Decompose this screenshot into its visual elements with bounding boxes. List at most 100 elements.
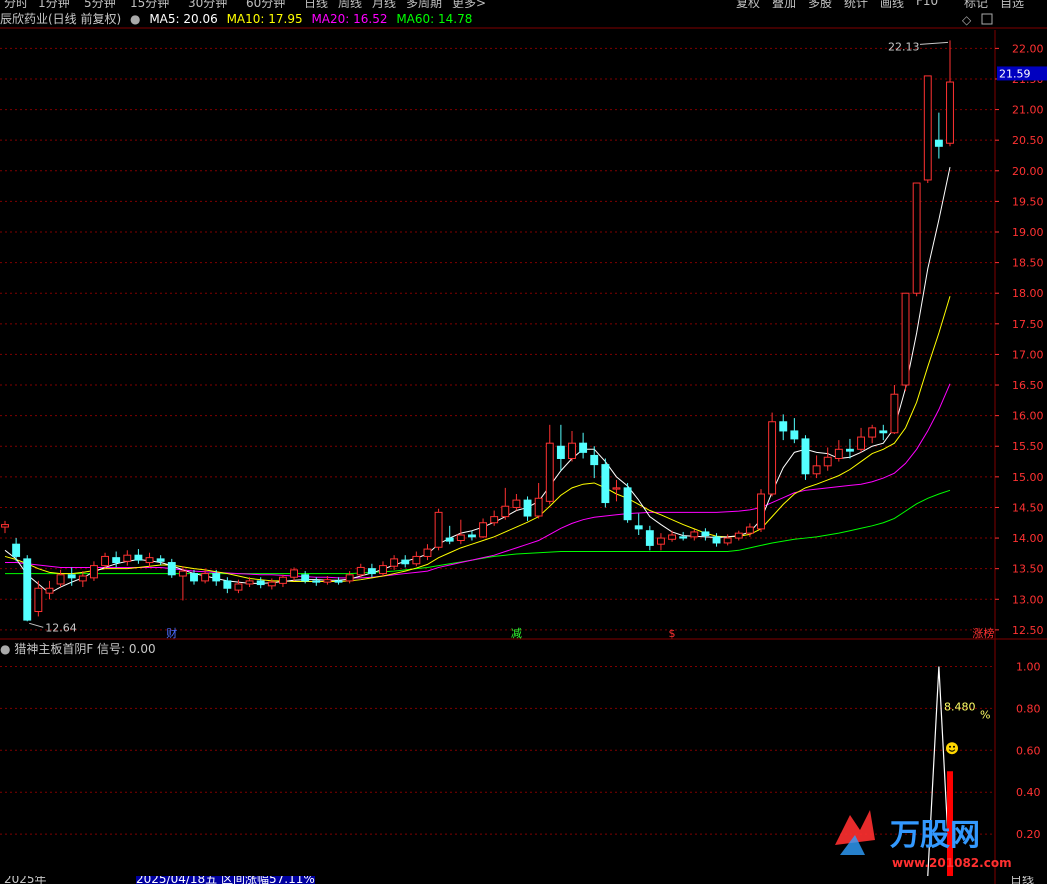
candle — [201, 573, 210, 582]
candle — [78, 575, 87, 582]
y-tick-label: 19.50 — [1012, 195, 1044, 208]
candle — [345, 574, 354, 582]
candle — [490, 516, 499, 524]
y-tick-label: 16.00 — [1012, 410, 1044, 423]
indicator-y-tick-label: 0.60 — [1016, 744, 1041, 757]
ma5-line — [4, 167, 951, 594]
event-marker: 减 — [511, 627, 522, 640]
indicator-y-tick-label: 0.80 — [1016, 702, 1041, 715]
candle — [12, 543, 21, 557]
status-bar: 2025年 2025/04/18五 区间涨幅57.11% 日线 — [0, 876, 1047, 884]
candle — [467, 534, 476, 538]
candle — [334, 580, 343, 583]
candle — [445, 537, 454, 542]
indicator-y-tick-label: 0.40 — [1016, 786, 1041, 799]
candle — [934, 139, 943, 147]
candle — [534, 497, 543, 517]
candle — [568, 442, 576, 459]
status-left: 2025年 — [4, 876, 47, 884]
candle — [857, 436, 866, 450]
candle — [834, 448, 843, 459]
current-price-label: 21.59 — [999, 67, 1031, 80]
candle — [423, 548, 432, 557]
candle — [656, 537, 665, 545]
watermark-text: 万股网 — [890, 818, 980, 853]
candle — [56, 574, 65, 585]
candle — [779, 421, 788, 432]
diamond-icon: ◇ — [962, 13, 972, 27]
candle — [212, 573, 221, 582]
smiley-icon — [946, 742, 958, 755]
y-tick-label: 14.50 — [1012, 501, 1044, 514]
indicator-y-tick-label: 1.00 — [1016, 660, 1041, 673]
y-tick-label: 17.00 — [1012, 348, 1044, 361]
smiley-eye-left — [949, 745, 951, 748]
y-tick-label: 22.00 — [1012, 42, 1044, 55]
candle — [123, 554, 132, 562]
candle — [612, 487, 621, 490]
candle — [1, 524, 9, 528]
candle — [712, 536, 721, 544]
candle — [323, 579, 332, 583]
y-tick-label: 20.50 — [1012, 134, 1044, 147]
status-right: 日线 — [1010, 876, 1035, 884]
y-tick-label: 12.50 — [1012, 624, 1044, 637]
y-tick-label: 18.00 — [1012, 287, 1044, 300]
price-chart[interactable]: 22.0021.5021.0020.5020.0019.5019.0018.50… — [0, 0, 1047, 884]
low-arrow — [29, 622, 44, 628]
candle — [679, 536, 688, 539]
candle — [901, 292, 910, 386]
candle — [645, 530, 654, 546]
candle — [501, 505, 510, 518]
candle — [523, 499, 532, 517]
candle — [278, 576, 287, 584]
candle — [190, 573, 198, 582]
event-marker: 涨榜 — [972, 626, 994, 640]
candle — [367, 568, 376, 575]
y-tick-label: 21.00 — [1012, 104, 1044, 117]
y-tick-label: 15.00 — [1012, 471, 1044, 484]
candle — [401, 559, 410, 565]
candle — [290, 569, 299, 578]
y-tick-label: 13.00 — [1012, 593, 1044, 606]
candle — [745, 526, 754, 534]
candle — [768, 421, 777, 495]
y-tick-label: 13.50 — [1012, 563, 1044, 576]
candle — [145, 557, 154, 564]
ma20-line — [5, 383, 951, 579]
candle — [456, 534, 465, 542]
candle — [579, 442, 588, 453]
candle — [67, 574, 76, 579]
candle — [601, 464, 610, 504]
candle — [923, 75, 932, 181]
candle — [590, 454, 599, 466]
candle — [479, 522, 488, 538]
smiley-eye-right — [953, 745, 955, 748]
candle — [156, 558, 165, 562]
candle — [312, 580, 321, 583]
candle — [868, 427, 877, 438]
y-tick-label: 20.00 — [1012, 165, 1044, 178]
candle — [545, 442, 554, 502]
candle — [757, 493, 765, 530]
candle — [267, 581, 276, 587]
event-marker: 财 — [166, 626, 177, 640]
candle — [812, 465, 821, 475]
watermark-url: www.201082.com — [892, 856, 1012, 870]
event-marker: $ — [669, 627, 676, 640]
y-tick-label: 18.50 — [1012, 257, 1044, 270]
candle — [890, 393, 899, 434]
candle — [790, 430, 799, 440]
low-annotation: 12.64 — [45, 621, 76, 634]
candle — [801, 438, 810, 475]
candle — [412, 555, 421, 565]
candle — [256, 580, 265, 586]
candle — [167, 562, 176, 576]
candle — [946, 81, 954, 144]
candle — [23, 558, 32, 621]
candle — [690, 531, 699, 538]
candle — [434, 511, 443, 548]
candle — [734, 532, 743, 539]
candle — [879, 430, 888, 434]
candle — [45, 587, 54, 594]
